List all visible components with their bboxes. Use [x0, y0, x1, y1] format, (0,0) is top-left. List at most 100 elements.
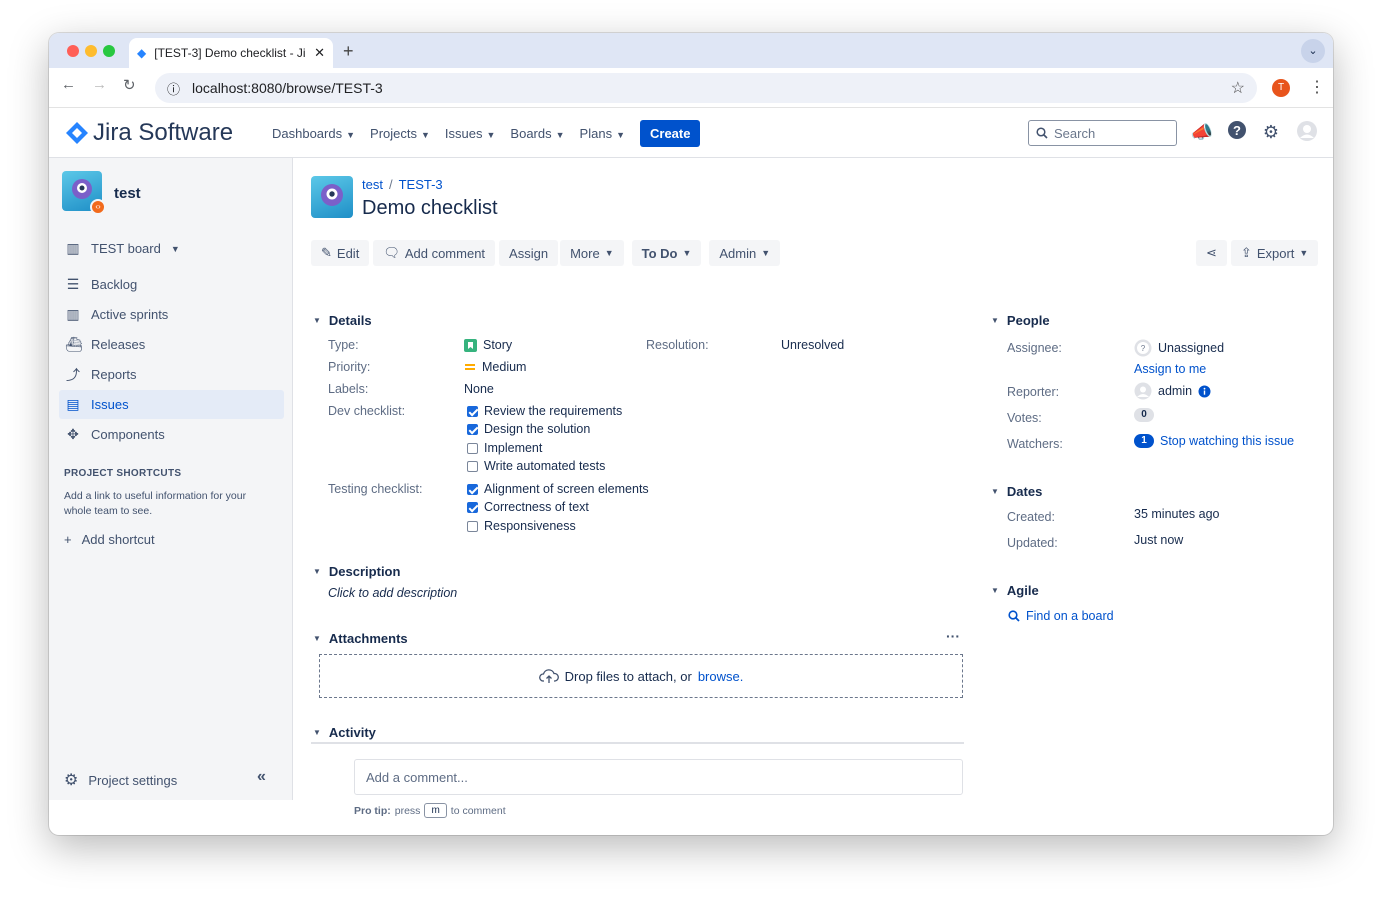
type-value: Story	[464, 338, 512, 352]
browser-tab[interactable]: ◆ [TEST-3] Demo checklist - Ji ✕	[129, 38, 333, 68]
browse-link[interactable]: browse.	[698, 669, 744, 684]
dates-section-toggle[interactable]: ▼ Dates	[991, 484, 1042, 499]
find-on-board-link[interactable]: Find on a board	[1008, 609, 1114, 623]
checkbox-unchecked-icon[interactable]	[467, 460, 478, 472]
minimize-window-button[interactable]	[85, 45, 97, 57]
sidebar-item-components[interactable]: ✥ Components	[59, 420, 284, 449]
add-comment-input[interactable]: Add a comment...	[354, 759, 963, 795]
nav-plans[interactable]: Plans ▼	[580, 126, 625, 141]
sidebar-board-selector[interactable]: ▥ TEST board ▼	[59, 234, 284, 263]
votes-value[interactable]: 0	[1134, 408, 1154, 422]
checkbox-checked-icon[interactable]	[467, 501, 478, 513]
nav-issues[interactable]: Issues ▼	[445, 126, 496, 141]
checklist-item[interactable]: Correctness of text	[467, 500, 589, 514]
share-button[interactable]: ⋖	[1196, 240, 1227, 266]
export-button[interactable]: ⇪ Export ▼	[1230, 240, 1319, 266]
people-section-toggle[interactable]: ▼ People	[991, 313, 1050, 328]
forward-arrow-icon[interactable]: →	[92, 76, 107, 93]
checkbox-checked-icon[interactable]	[467, 483, 478, 495]
address-bar[interactable]: ⓘ localhost:8080/browse/TEST-3 ☆	[155, 73, 1257, 103]
back-arrow-icon[interactable]: ←	[61, 76, 76, 93]
attachments-section-toggle[interactable]: ▼ Attachments	[313, 631, 408, 646]
search-placeholder: Search	[1054, 125, 1096, 141]
nav-projects[interactable]: Projects ▼	[370, 126, 430, 141]
checklist-item[interactable]: Review the requirements	[467, 404, 622, 418]
collapse-sidebar-icon[interactable]: «	[257, 768, 266, 786]
breadcrumb-issue-key-link[interactable]: TEST-3	[399, 177, 443, 192]
profile-avatar[interactable]: T	[1272, 79, 1290, 97]
info-icon[interactable]	[1198, 385, 1211, 398]
attachments-more-icon[interactable]: ···	[946, 628, 960, 644]
assign-to-me-link[interactable]: Assign to me	[1134, 362, 1206, 376]
description-section-toggle[interactable]: ▼ Description	[313, 564, 400, 579]
breadcrumb-project-link[interactable]: test	[362, 177, 383, 192]
checkbox-checked-icon[interactable]	[467, 423, 478, 435]
chevron-down-icon: ▼	[170, 243, 180, 254]
sidebar-item-issues[interactable]: ▤ Issues	[59, 390, 284, 419]
browser-menu-icon[interactable]: ⋮	[1309, 77, 1325, 97]
checklist-item[interactable]: Alignment of screen elements	[467, 482, 649, 496]
agile-section-toggle[interactable]: ▼ Agile	[991, 583, 1039, 598]
nav-boards[interactable]: Boards ▼	[510, 126, 564, 141]
site-info-icon[interactable]: ⓘ	[167, 79, 180, 98]
checkbox-unchecked-icon[interactable]	[467, 442, 478, 454]
new-tab-button[interactable]: +	[343, 41, 354, 62]
maximize-window-button[interactable]	[103, 45, 115, 57]
details-section-toggle[interactable]: ▼ Details	[313, 313, 372, 328]
project-settings-link[interactable]: ⚙ Project settings	[64, 770, 177, 790]
bookmark-star-icon[interactable]: ☆	[1231, 78, 1245, 98]
breadcrumb-separator: /	[388, 177, 393, 192]
search-input[interactable]: Search	[1028, 120, 1177, 146]
comment-icon: 🗨	[383, 245, 400, 260]
chevron-down-icon: ▼	[421, 129, 430, 140]
checklist-item[interactable]: Design the solution	[467, 422, 590, 436]
assign-button[interactable]: Assign	[499, 240, 559, 266]
jira-diamond-icon	[66, 122, 88, 144]
sidebar-item-reports[interactable]: ⤴ Reports	[59, 360, 284, 389]
add-shortcut-button[interactable]: + Add shortcut	[64, 532, 155, 547]
watchers-value[interactable]: 1 Stop watching this issue	[1134, 434, 1294, 448]
tab-search-chevron-icon[interactable]: ⌄	[1301, 39, 1325, 63]
more-button[interactable]: More ▼	[560, 240, 624, 266]
checklist-item[interactable]: Implement	[467, 441, 542, 455]
edit-button[interactable]: ✎ Edit	[311, 240, 370, 266]
attachment-dropzone[interactable]: Drop files to attach, or browse.	[319, 654, 963, 698]
chevron-down-icon: ▼	[313, 634, 321, 643]
jira-logo[interactable]: Jira Software	[65, 119, 233, 147]
help-icon[interactable]: ?	[1225, 120, 1249, 144]
chevron-down-icon: ▼	[313, 728, 321, 737]
jira-favicon-icon: ◆	[137, 46, 147, 60]
checkbox-unchecked-icon[interactable]	[467, 520, 478, 532]
activity-divider	[311, 742, 964, 744]
checkbox-checked-icon[interactable]	[467, 405, 478, 417]
description-placeholder[interactable]: Click to add description	[328, 586, 457, 600]
project-avatar[interactable]: ‹›	[62, 171, 106, 215]
create-button[interactable]: Create	[640, 119, 701, 147]
close-tab-icon[interactable]: ✕	[314, 45, 325, 61]
nav-dashboards[interactable]: Dashboards ▼	[272, 126, 355, 141]
board-label: TEST board	[91, 241, 161, 256]
sidebar-item-active-sprints[interactable]: ▥ Active sprints	[59, 300, 284, 329]
chevron-down-icon: ▼	[346, 129, 356, 140]
status-transition-button[interactable]: To Do ▼	[631, 240, 702, 266]
shortcuts-description: Add a link to useful information for you…	[64, 490, 247, 517]
reporter-value[interactable]: admin	[1134, 382, 1211, 400]
add-comment-button[interactable]: 🗨 Add comment	[373, 240, 496, 266]
labels-value[interactable]: None	[464, 382, 494, 396]
checklist-item[interactable]: Write automated tests	[467, 459, 605, 473]
checklist-item[interactable]: Responsiveness	[467, 519, 576, 533]
reload-icon[interactable]: ↻	[123, 76, 136, 94]
user-avatar-icon[interactable]	[1295, 120, 1319, 144]
announcement-megaphone-icon[interactable]: 📣	[1190, 120, 1214, 144]
assignee-value[interactable]: ? Unassigned	[1134, 339, 1224, 357]
sidebar-item-label: Issues	[91, 397, 129, 412]
sidebar-item-backlog[interactable]: ☰ Backlog	[59, 270, 284, 299]
issue-summary[interactable]: Demo checklist	[362, 197, 498, 220]
close-window-button[interactable]	[67, 45, 79, 57]
gear-icon[interactable]: ⚙	[1259, 120, 1283, 144]
sidebar-item-releases[interactable]: ⛴ Releases	[59, 330, 284, 359]
admin-button[interactable]: Admin ▼	[709, 240, 781, 266]
activity-section-toggle[interactable]: ▼ Activity	[313, 725, 376, 740]
software-project-badge-icon: ‹›	[90, 199, 106, 215]
svg-text:?: ?	[1233, 123, 1241, 138]
